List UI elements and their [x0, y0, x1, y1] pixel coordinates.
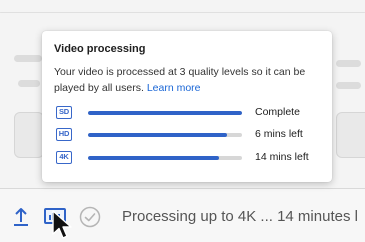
video-processing-tooltip: Video processing Your video is processed…: [42, 31, 332, 182]
mouse-pointer-icon: [52, 210, 72, 239]
progress-fill: [88, 111, 242, 115]
background-placeholder: [18, 80, 40, 87]
quality-row-hd: HD 6 mins left: [56, 128, 326, 142]
background-placeholder: [336, 60, 361, 67]
progress-track: [88, 156, 242, 160]
quality-row-sd: SD Complete: [56, 106, 326, 120]
background-divider: [0, 12, 365, 13]
progress-track: [88, 133, 242, 137]
sd-badge-icon: SD: [56, 106, 72, 119]
learn-more-link[interactable]: Learn more: [147, 82, 201, 94]
tooltip-title: Video processing: [54, 43, 146, 55]
background-thumbnail: [14, 112, 44, 158]
tooltip-description: Your video is processed at 3 quality lev…: [54, 64, 324, 96]
progress-fill: [88, 156, 219, 160]
hd-badge-icon: HD: [56, 128, 72, 141]
quality-status: 14 mins left: [255, 151, 309, 163]
check-circle-icon[interactable]: [79, 206, 101, 228]
background-placeholder: [336, 82, 361, 89]
quality-status: 6 mins left: [255, 128, 303, 140]
progress-fill: [88, 133, 227, 137]
upload-icon[interactable]: [13, 207, 29, 227]
quality-status: Complete: [255, 106, 300, 118]
progress-track: [88, 111, 242, 115]
background-placeholder: [14, 55, 42, 62]
processing-status-text: Processing up to 4K ... 14 minutes l: [122, 208, 358, 225]
background-thumbnail: [336, 112, 365, 158]
quality-row-4k: 4K 14 mins left: [56, 151, 326, 165]
4k-badge-icon: 4K: [56, 151, 72, 164]
